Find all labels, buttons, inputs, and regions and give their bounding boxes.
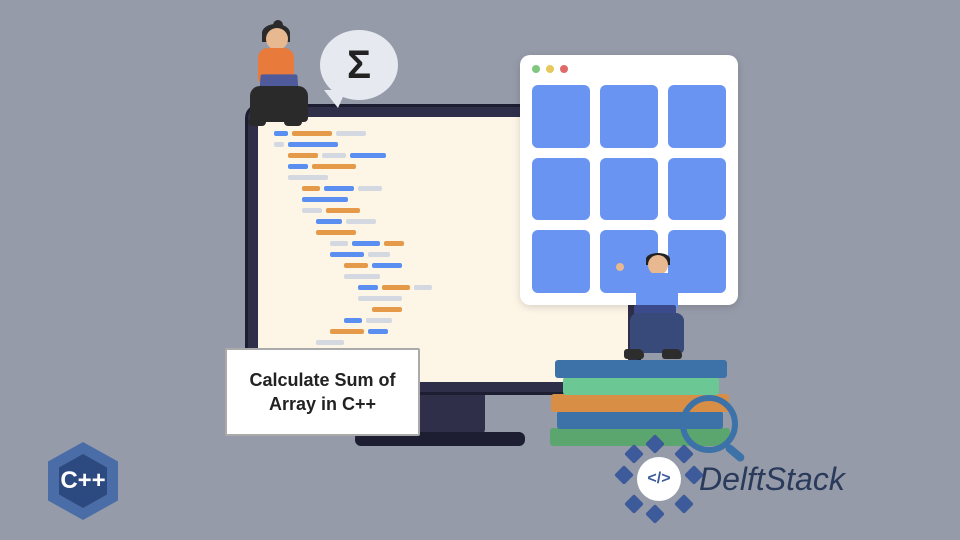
- title-text: Calculate Sum of Array in C++: [239, 368, 406, 417]
- cpp-logo: C++: [48, 442, 118, 520]
- title-card: Calculate Sum of Array in C++: [225, 348, 420, 436]
- delftstack-logo: </> DelftStack: [625, 445, 845, 513]
- cpp-label: C++: [60, 467, 105, 495]
- illustration-stage: Σ Calculate Sum of Array in C++ C++ </> …: [0, 0, 960, 540]
- code-glyph-icon: </>: [647, 470, 670, 488]
- brand-name: DelftStack: [699, 461, 845, 498]
- sigma-symbol: Σ: [347, 43, 371, 88]
- woman-illustration: [230, 28, 330, 138]
- window-controls-icon: [532, 65, 568, 73]
